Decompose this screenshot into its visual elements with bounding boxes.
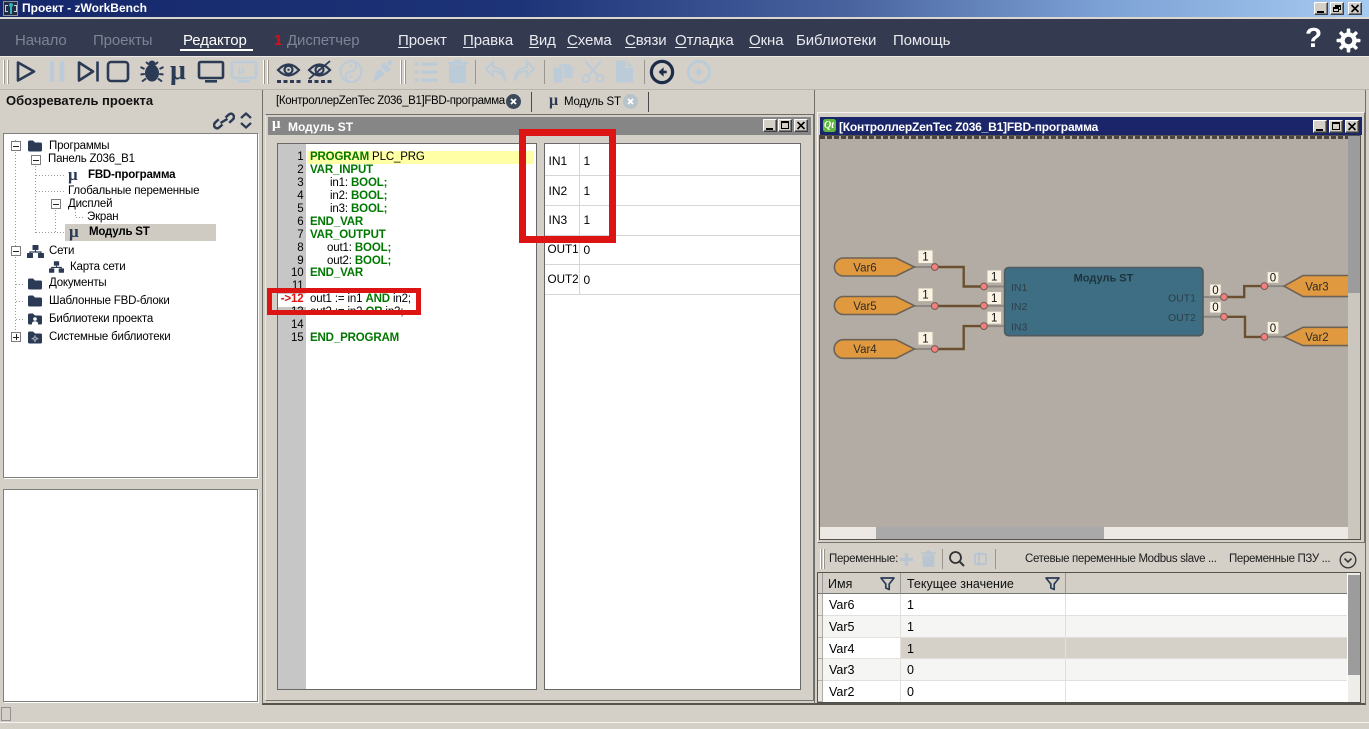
svg-text:Var5: Var5 [853,301,876,313]
svg-text:1: 1 [991,313,997,325]
svg-text:Var2: Var2 [1305,332,1328,344]
svg-text:OUT1: OUT1 [1168,293,1196,305]
svg-text:1: 1 [991,293,997,305]
svg-text:Модуль ST: Модуль ST [1074,273,1134,285]
svg-text:1: 1 [922,333,928,345]
svg-text:0: 0 [1270,272,1276,284]
svg-text:1: 1 [922,290,928,302]
svg-text:1: 1 [922,252,928,264]
svg-text:Var3: Var3 [1305,281,1328,293]
svg-text:IN1: IN1 [1011,282,1028,294]
svg-text:Var4: Var4 [853,344,877,356]
svg-text:OUT2: OUT2 [1168,312,1196,324]
svg-text:0: 0 [1212,285,1218,297]
svg-text:Var6: Var6 [853,262,876,274]
svg-text:0: 0 [1212,302,1218,314]
svg-text:1: 1 [991,272,997,284]
svg-text:IN2: IN2 [1011,301,1028,313]
svg-text:0: 0 [1270,323,1276,335]
svg-text:IN3: IN3 [1011,322,1028,334]
